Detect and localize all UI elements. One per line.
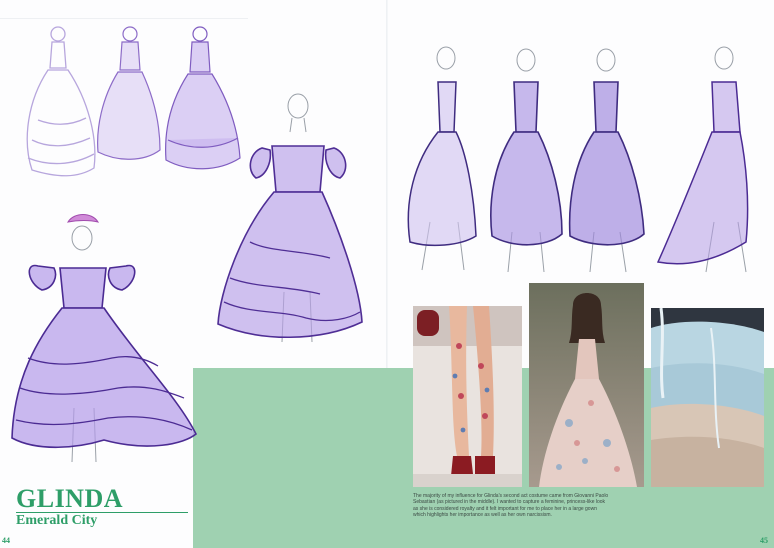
page-number-left: 44 [2, 536, 10, 545]
photo-runway-legs [413, 306, 522, 487]
sketch-strapless-gown [217, 93, 363, 343]
photo-model-floral-gown [529, 283, 644, 487]
top-divider [0, 18, 248, 19]
magazine-spread: GLINDA Emerald City The majority of my i… [0, 0, 774, 548]
page-subtitle: Emerald City [16, 513, 98, 528]
caption-text: The majority of my influence for Glinda'… [413, 493, 609, 519]
photo-layered-tulle [651, 308, 764, 487]
page-number-right: 45 [760, 536, 768, 545]
sketch-four-gowns [407, 46, 749, 273]
sketch-winged-gown [11, 214, 197, 463]
page-title: GLINDA [16, 484, 124, 513]
